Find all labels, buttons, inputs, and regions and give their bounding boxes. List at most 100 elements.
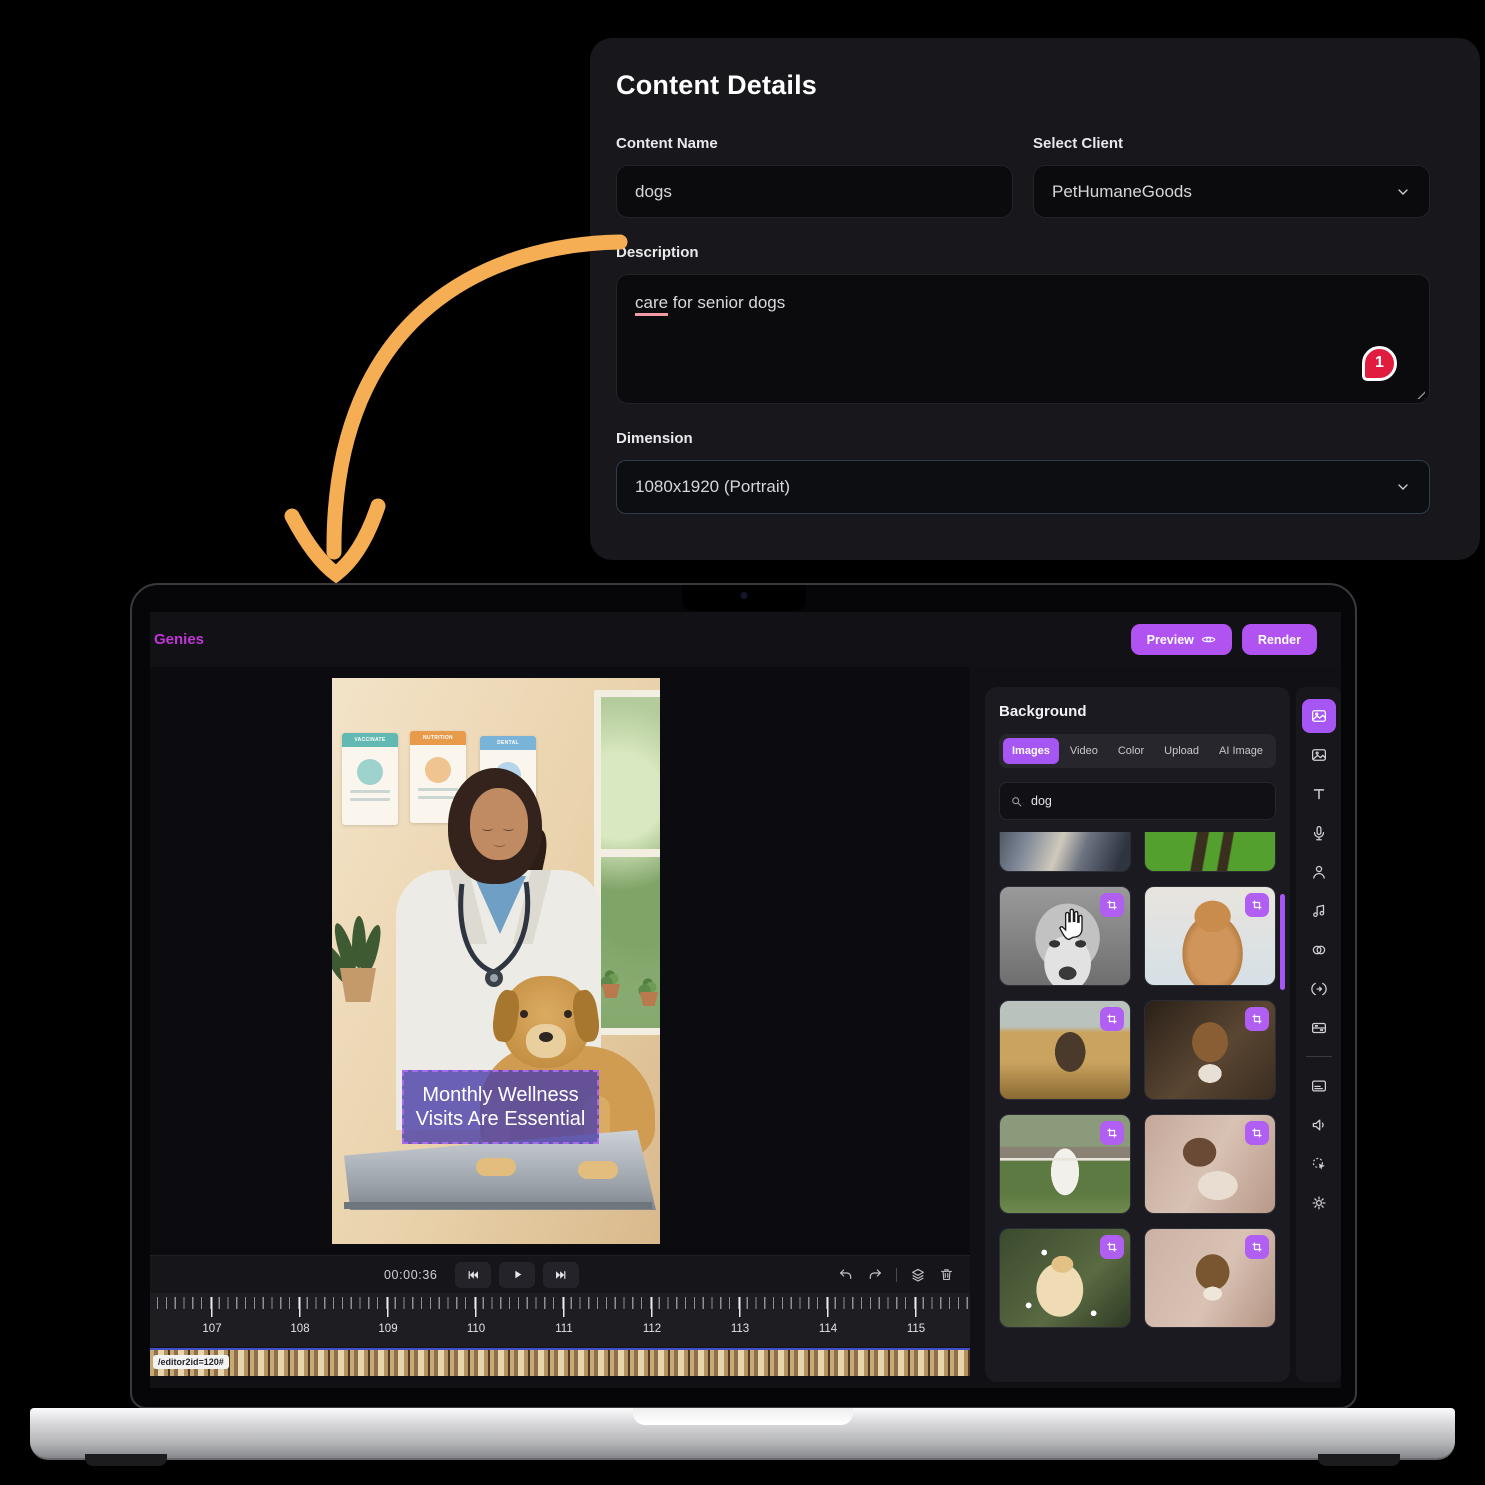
badge-count: 1 bbox=[1375, 352, 1384, 374]
render-button[interactable]: Render bbox=[1242, 624, 1317, 655]
laptop-foot bbox=[1318, 1454, 1400, 1466]
description-label: Description bbox=[616, 244, 1430, 261]
chevron-down-icon bbox=[1395, 184, 1411, 200]
crop-icon[interactable] bbox=[1245, 1007, 1269, 1031]
editor-canvas[interactable]: VACCINATE NUTRITION DENTAL bbox=[150, 667, 970, 1255]
laptop-screen: Genies Preview Render VACCINATE bbox=[130, 583, 1357, 1409]
image-result-dog-legs-grass[interactable] bbox=[1144, 832, 1276, 872]
play-button[interactable] bbox=[499, 1262, 535, 1288]
settings-gear-icon[interactable] bbox=[1302, 1186, 1336, 1220]
client-select-value: PetHumaneGoods bbox=[1052, 182, 1192, 202]
client-select[interactable]: PetHumaneGoods bbox=[1033, 165, 1430, 218]
crop-icon[interactable] bbox=[1245, 1235, 1269, 1259]
image-result-brindle-dog[interactable] bbox=[999, 1000, 1131, 1100]
tab-ai-image[interactable]: AI Image bbox=[1210, 738, 1272, 764]
ruler-label: 114 bbox=[819, 1323, 837, 1335]
content-name-input[interactable]: dogs bbox=[616, 165, 1013, 218]
text-overlay-element[interactable]: Monthly Wellness Visits Are Essential bbox=[402, 1070, 599, 1144]
image-icon[interactable] bbox=[1302, 738, 1336, 772]
genies-logo: Genies bbox=[154, 631, 204, 648]
timeline-ruler[interactable]: 107 108 109 110 111 112 113 114 115 bbox=[150, 1293, 970, 1347]
tab-color[interactable]: Color bbox=[1109, 738, 1153, 764]
image-result-gray-dog[interactable] bbox=[999, 886, 1131, 986]
image-result-dog-on-bed[interactable] bbox=[1144, 1114, 1276, 1214]
undo-icon[interactable] bbox=[838, 1267, 854, 1283]
content-name-label: Content Name bbox=[616, 135, 1013, 152]
scene-dog-paw bbox=[476, 1158, 516, 1176]
skip-to-end-button[interactable] bbox=[543, 1262, 579, 1288]
hand-cursor-icon bbox=[1055, 903, 1091, 943]
scene-poster-vaccinate: VACCINATE bbox=[342, 733, 398, 825]
redo-icon[interactable] bbox=[867, 1267, 883, 1283]
tab-video[interactable]: Video bbox=[1061, 738, 1107, 764]
editor-app: Genies Preview Render VACCINATE bbox=[150, 612, 1341, 1388]
laptop-foot bbox=[85, 1454, 167, 1466]
clip-label: /editor2id=120# bbox=[153, 1355, 229, 1369]
captions-icon[interactable] bbox=[1302, 1069, 1336, 1103]
textarea-resize-handle[interactable] bbox=[1414, 388, 1425, 399]
crop-icon[interactable] bbox=[1100, 1007, 1124, 1031]
crop-icon[interactable] bbox=[1245, 893, 1269, 917]
dimension-value: 1080x1920 (Portrait) bbox=[635, 477, 790, 497]
playback-bar: 00:00:36 bbox=[150, 1255, 970, 1293]
voiceover-mic-icon[interactable] bbox=[1302, 816, 1336, 850]
curved-arrow bbox=[270, 222, 630, 590]
description-textarea[interactable]: care for senior dogs 1 bbox=[616, 274, 1430, 404]
background-panel-title: Background bbox=[999, 703, 1276, 720]
elements-icon[interactable] bbox=[1302, 933, 1336, 967]
image-result-tan-puppy[interactable] bbox=[1144, 886, 1276, 986]
panel-scrollbar[interactable] bbox=[1280, 894, 1285, 990]
scene-dog-paw bbox=[578, 1161, 618, 1179]
chevron-down-icon bbox=[1395, 479, 1411, 495]
laptop-base bbox=[30, 1408, 1455, 1460]
crop-icon[interactable] bbox=[1100, 1235, 1124, 1259]
ruler-label: 115 bbox=[907, 1323, 925, 1335]
search-value: dog bbox=[1031, 794, 1052, 808]
dimension-select[interactable]: 1080x1920 (Portrait) bbox=[616, 460, 1430, 514]
ruler-label: 112 bbox=[643, 1323, 661, 1335]
background-image-icon[interactable] bbox=[1302, 699, 1336, 733]
image-result-collie-pillow[interactable] bbox=[1144, 1228, 1276, 1328]
crop-icon[interactable] bbox=[1100, 1121, 1124, 1145]
image-results-area bbox=[999, 832, 1276, 1344]
transitions-icon[interactable] bbox=[1302, 972, 1336, 1006]
ruler-label: 110 bbox=[467, 1323, 485, 1335]
search-icon bbox=[1010, 795, 1023, 808]
skip-to-start-button[interactable] bbox=[455, 1262, 491, 1288]
image-result-dog-on-rocks[interactable] bbox=[999, 832, 1131, 872]
writing-assistant-badge[interactable]: 1 bbox=[1362, 346, 1397, 381]
music-icon[interactable] bbox=[1302, 894, 1336, 928]
scene-plant bbox=[332, 916, 390, 1016]
playback-time: 00:00:36 bbox=[384, 1268, 437, 1282]
ruler-label: 113 bbox=[731, 1323, 749, 1335]
image-search-input[interactable]: dog bbox=[999, 782, 1276, 820]
layers-icon[interactable] bbox=[910, 1267, 926, 1283]
interactions-cursor-icon[interactable] bbox=[1302, 1147, 1336, 1181]
footage-film-icon[interactable] bbox=[1302, 1011, 1336, 1045]
background-tabs: Images Video Color Upload AI Image bbox=[999, 734, 1276, 768]
ruler-label: 108 bbox=[290, 1323, 309, 1335]
content-name-value: dogs bbox=[635, 182, 672, 202]
trash-icon[interactable] bbox=[939, 1267, 954, 1282]
timeline-clip[interactable]: /editor2id=120# bbox=[150, 1348, 970, 1376]
divider bbox=[896, 1268, 897, 1282]
ruler-label: 109 bbox=[378, 1323, 397, 1335]
content-details-panel: Content Details Content Name dogs Select… bbox=[590, 38, 1480, 560]
description-text: for senior dogs bbox=[668, 293, 785, 312]
image-result-pomeranian[interactable] bbox=[999, 1228, 1131, 1328]
image-result-collie-face[interactable] bbox=[1144, 1000, 1276, 1100]
select-client-label: Select Client bbox=[1033, 135, 1430, 152]
audio-speaker-icon[interactable] bbox=[1302, 1108, 1336, 1142]
preview-button[interactable]: Preview bbox=[1131, 624, 1232, 655]
text-icon[interactable] bbox=[1302, 777, 1336, 811]
toolbar-divider bbox=[1306, 1056, 1332, 1057]
crop-icon[interactable] bbox=[1100, 893, 1124, 917]
crop-icon[interactable] bbox=[1245, 1121, 1269, 1145]
tab-upload[interactable]: Upload bbox=[1155, 738, 1208, 764]
image-result-white-dog[interactable] bbox=[999, 1114, 1131, 1214]
video-preview[interactable]: VACCINATE NUTRITION DENTAL bbox=[332, 678, 660, 1244]
laptop-thumb-groove bbox=[633, 1408, 853, 1425]
avatar-person-icon[interactable] bbox=[1302, 855, 1336, 889]
tab-images[interactable]: Images bbox=[1003, 738, 1059, 764]
description-underlined-word: care bbox=[635, 293, 668, 316]
